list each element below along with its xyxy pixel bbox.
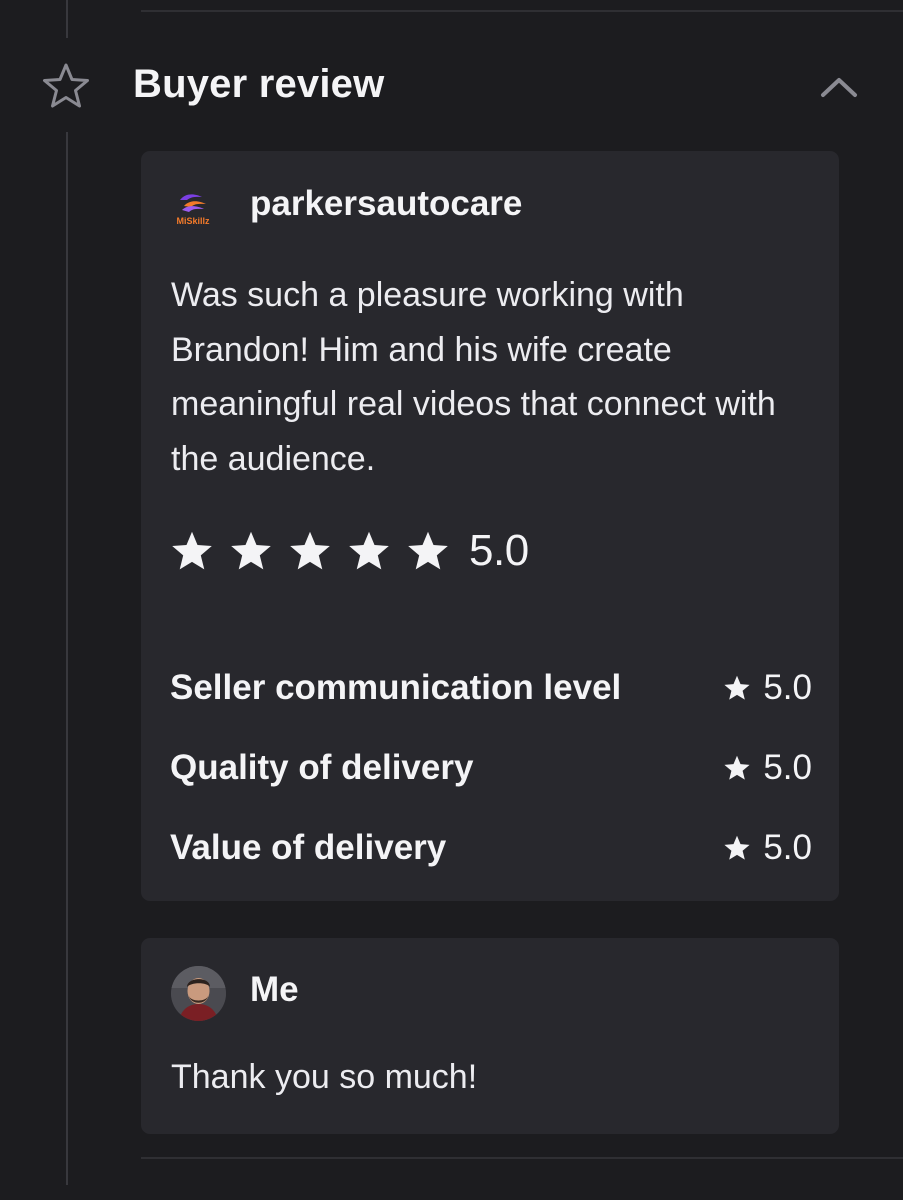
star-icon xyxy=(172,531,212,570)
metric-value: 5.0 xyxy=(723,748,812,788)
reply-author: Me xyxy=(250,970,299,1009)
buyer-logo-text: MiSkillz xyxy=(176,216,210,226)
review-page: Buyer review MiSkillz parkersautocare Wa… xyxy=(0,0,903,1200)
avatar-image xyxy=(171,966,226,1021)
review-text: Was such a pleasure working with Brandon… xyxy=(171,276,776,478)
star-icon xyxy=(349,531,389,570)
section-title: Buyer review xyxy=(133,62,385,106)
avatar[interactable] xyxy=(171,966,226,1021)
timeline-line xyxy=(66,132,68,1185)
metric-label: Value of delivery xyxy=(170,828,447,867)
metric-value: 5.0 xyxy=(723,828,812,868)
star-icon xyxy=(724,675,750,700)
star-icon xyxy=(290,531,330,570)
metric-value-text: 5.0 xyxy=(763,748,812,787)
reply-text: Thank you so much! xyxy=(171,1058,478,1096)
metric-value: 5.0 xyxy=(723,668,812,708)
star-outline-icon xyxy=(43,63,89,108)
star-icon xyxy=(231,531,271,570)
top-divider xyxy=(141,10,903,12)
star-icon xyxy=(724,755,750,780)
metric-value-text: 5.0 xyxy=(763,668,812,707)
metric-row-communication: Seller communication level 5.0 xyxy=(170,666,812,710)
buyer-logo: MiSkillz xyxy=(176,194,210,226)
metric-label: Seller communication level xyxy=(170,668,622,707)
reply-card xyxy=(141,938,839,1134)
star-icon xyxy=(408,531,448,570)
overall-rating: 5.0 xyxy=(170,526,529,576)
metric-row-value: Value of delivery 5.0 xyxy=(170,826,812,870)
metric-label: Quality of delivery xyxy=(170,748,474,787)
metric-row-quality: Quality of delivery 5.0 xyxy=(170,746,812,790)
star-icon xyxy=(724,835,750,860)
buyer-name[interactable]: parkersautocare xyxy=(250,184,522,224)
chevron-up-icon[interactable] xyxy=(818,72,860,102)
timeline-line-top xyxy=(66,0,68,38)
metric-value-text: 5.0 xyxy=(763,828,812,867)
bottom-divider xyxy=(141,1157,903,1159)
overall-rating-value: 5.0 xyxy=(469,526,529,575)
